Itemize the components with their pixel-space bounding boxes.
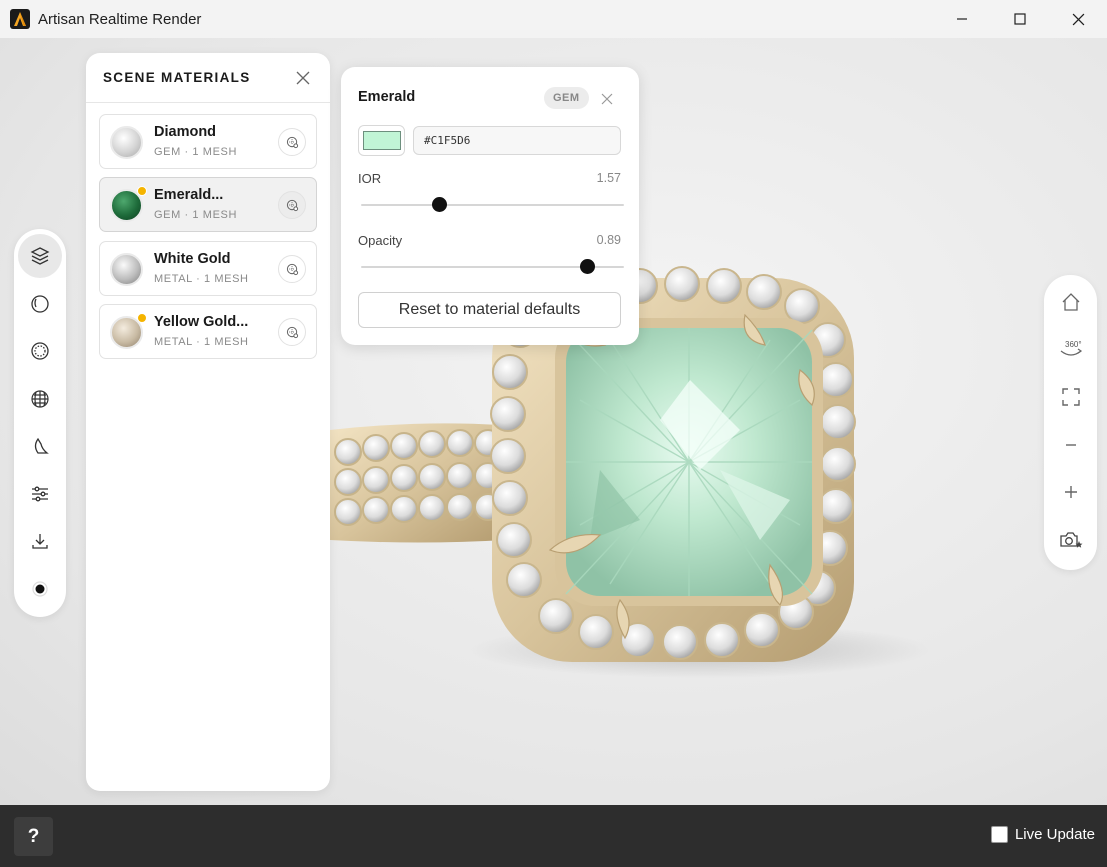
app-logo-icon — [10, 9, 30, 29]
plus-icon — [1064, 486, 1077, 498]
material-settings-icon — [286, 199, 298, 211]
minimize-button[interactable] — [933, 0, 991, 38]
close-icon — [601, 93, 613, 105]
download-icon — [32, 534, 48, 549]
home-button[interactable] — [1048, 280, 1093, 324]
sliders-icon — [32, 486, 48, 502]
material-settings-button[interactable] — [278, 128, 306, 156]
ior-label: IOR — [358, 171, 382, 186]
material-settings-icon — [286, 136, 298, 148]
camera-star-icon — [1059, 532, 1082, 548]
material-name: White Gold — [154, 251, 231, 267]
left-toolbar — [14, 229, 66, 617]
reset-material-defaults-button[interactable]: Reset to material defaults — [358, 292, 621, 328]
window-title: Artisan Realtime Render — [38, 10, 202, 28]
opacity-value: 0.89 — [596, 233, 621, 247]
modified-indicator — [137, 186, 147, 196]
rotate-360-button[interactable]: 360° — [1048, 328, 1093, 372]
material-subtitle: METAL · 1 MESH — [154, 336, 249, 348]
bottom-status-bar: ? Live Update — [0, 805, 1107, 867]
environment-button[interactable] — [18, 282, 62, 326]
close-editor-button[interactable] — [601, 92, 613, 105]
material-sphere-icon — [31, 342, 49, 360]
material-settings-icon — [286, 326, 298, 338]
close-icon — [296, 71, 310, 85]
material-swatch — [110, 126, 143, 159]
material-settings-icon — [286, 263, 298, 275]
material-settings-button[interactable] — [278, 255, 306, 283]
maximize-button[interactable] — [991, 0, 1049, 38]
ior-slider[interactable] — [361, 197, 624, 212]
close-materials-panel-button[interactable] — [296, 71, 310, 85]
opacity-slider-thumb[interactable] — [579, 259, 595, 274]
close-window-button[interactable] — [1049, 0, 1107, 38]
material-name: Yellow Gold... — [154, 314, 249, 330]
materials-button[interactable] — [18, 329, 62, 373]
material-subtitle: METAL · 1 MESH — [154, 273, 249, 285]
opacity-label: Opacity — [358, 233, 403, 248]
material-subtitle: GEM · 1 MESH — [154, 209, 237, 221]
snapshot-button[interactable] — [1048, 518, 1093, 562]
color-swatch — [363, 131, 401, 150]
scene-materials-panel: SCENE MATERIALS Diamond GEM · 1 MESH Eme… — [86, 53, 330, 791]
lighting-button[interactable] — [18, 424, 62, 468]
record-dot-icon — [32, 581, 48, 597]
ior-slider-thumb[interactable] — [432, 197, 448, 212]
live-update-label: Live Update — [1014, 826, 1095, 843]
live-update-toggle[interactable]: Live Update — [990, 826, 1095, 843]
material-type-badge: GEM — [544, 87, 589, 109]
minimize-icon — [957, 18, 967, 20]
home-icon — [1062, 293, 1079, 311]
moon-light-icon — [34, 437, 49, 454]
zoom-in-button[interactable] — [1048, 470, 1093, 514]
environment-sphere-icon — [31, 295, 49, 313]
material-settings-button[interactable] — [278, 191, 306, 219]
render-mode-button[interactable] — [18, 567, 62, 611]
maximize-icon — [1014, 13, 1026, 25]
color-hex-input[interactable]: #C1F5D6 — [413, 126, 621, 155]
layers-button[interactable] — [18, 234, 62, 278]
help-button[interactable]: ? — [14, 817, 53, 856]
opacity-slider[interactable] — [361, 259, 624, 274]
material-name: Emerald... — [154, 187, 224, 203]
ior-value: 1.57 — [596, 171, 621, 185]
layers-icon — [30, 247, 50, 265]
export-button[interactable] — [18, 519, 62, 563]
material-item-white-gold[interactable]: White Gold METAL · 1 MESH — [99, 241, 317, 296]
material-swatch — [110, 253, 143, 286]
material-settings-button[interactable] — [278, 318, 306, 346]
globe-icon — [31, 390, 49, 408]
material-item-diamond[interactable]: Diamond GEM · 1 MESH — [99, 114, 317, 169]
material-item-yellow-gold[interactable]: Yellow Gold... METAL · 1 MESH — [99, 304, 317, 359]
material-item-emerald[interactable]: Emerald... GEM · 1 MESH — [99, 177, 317, 232]
color-picker-button[interactable] — [358, 125, 405, 156]
material-editor-popover: Emerald GEM #C1F5D6 IOR 1.57 Opacity 0.8… — [341, 67, 639, 345]
material-subtitle: GEM · 1 MESH — [154, 146, 237, 158]
material-name: Diamond — [154, 124, 217, 140]
modified-indicator — [137, 313, 147, 323]
adjustments-button[interactable] — [18, 472, 62, 516]
right-toolbar: 360° — [1044, 275, 1097, 570]
materials-panel-header: SCENE MATERIALS — [86, 53, 330, 103]
fullscreen-icon — [1061, 388, 1080, 406]
fullscreen-button[interactable] — [1048, 375, 1093, 419]
globe-button[interactable] — [18, 377, 62, 421]
close-icon — [1072, 13, 1084, 25]
minus-icon — [1065, 444, 1076, 446]
materials-panel-title: SCENE MATERIALS — [103, 70, 251, 85]
editor-material-title: Emerald — [358, 89, 416, 105]
title-bar: Artisan Realtime Render — [0, 0, 1107, 38]
live-update-checkbox[interactable] — [990, 826, 1008, 843]
zoom-out-button[interactable] — [1048, 423, 1093, 467]
rotate-360-label: 360° — [1065, 340, 1082, 349]
